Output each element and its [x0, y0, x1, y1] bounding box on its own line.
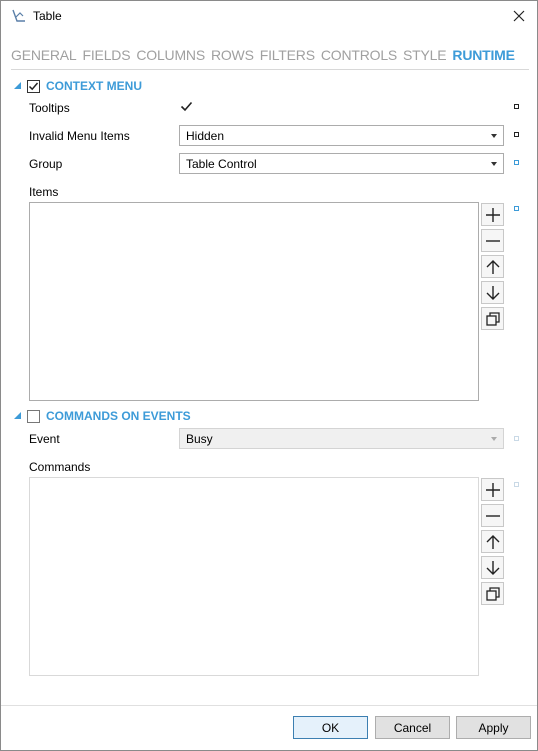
- cancel-button[interactable]: Cancel: [375, 716, 450, 739]
- checkmark-icon: [28, 82, 39, 90]
- duplicate-icon: [485, 311, 500, 326]
- invalid-menu-items-value: Hidden: [186, 129, 225, 143]
- context-menu-checkbox[interactable]: [27, 79, 40, 93]
- remove-command-button[interactable]: [481, 504, 504, 527]
- collapse-triangle-icon[interactable]: [13, 81, 23, 91]
- property-marker: [514, 436, 519, 441]
- group-value: Table Control: [186, 157, 257, 171]
- checkmark-icon: [180, 101, 193, 112]
- table-app-icon: [11, 8, 27, 24]
- items-label: Items: [29, 185, 59, 199]
- tooltips-checkbox[interactable]: [180, 100, 193, 112]
- group-dropdown[interactable]: Table Control: [179, 153, 504, 174]
- invalid-menu-items-dropdown[interactable]: Hidden: [179, 125, 504, 146]
- invalid-menu-items-label: Invalid Menu Items: [29, 129, 130, 143]
- move-up-icon: [486, 259, 499, 274]
- tab-general[interactable]: GENERAL: [11, 47, 77, 67]
- dropdown-arrow-icon: [491, 134, 497, 138]
- tab-columns[interactable]: COLUMNS: [136, 47, 205, 67]
- collapse-triangle-icon[interactable]: [13, 411, 23, 421]
- move-command-down-button[interactable]: [481, 556, 504, 579]
- tab-style[interactable]: STYLE: [403, 47, 447, 67]
- group-label: Group: [29, 157, 63, 171]
- tab-strip: GENERAL FIELDS COLUMNS ROWS FILTERS CONT…: [11, 47, 521, 67]
- apply-button[interactable]: Apply: [456, 716, 531, 739]
- commands-label: Commands: [29, 460, 91, 474]
- context-menu-label: CONTEXT MENU: [46, 79, 142, 93]
- close-button[interactable]: [501, 1, 537, 31]
- duplicate-command-button[interactable]: [481, 582, 504, 605]
- add-icon: [485, 207, 500, 222]
- remove-icon: [485, 239, 500, 242]
- dialog-window: Table GENERAL FIELDS COLUMNS ROWS FILTER…: [0, 0, 538, 751]
- move-item-up-button[interactable]: [481, 255, 504, 278]
- add-icon: [485, 482, 500, 497]
- duplicate-item-button[interactable]: [481, 307, 504, 330]
- dropdown-arrow-icon: [491, 437, 497, 441]
- property-marker: [514, 104, 519, 109]
- tab-controls[interactable]: CONTROLS: [321, 47, 397, 67]
- ok-button[interactable]: OK: [293, 716, 368, 739]
- commands-on-events-label: COMMANDS ON EVENTS: [46, 409, 191, 423]
- footer-divider: [1, 705, 537, 706]
- tab-fields[interactable]: FIELDS: [83, 47, 131, 67]
- event-dropdown[interactable]: Busy: [179, 428, 504, 449]
- remove-item-button[interactable]: [481, 229, 504, 252]
- tab-filters[interactable]: FILTERS: [260, 47, 315, 67]
- duplicate-icon: [485, 586, 500, 601]
- close-icon: [513, 10, 525, 22]
- tooltips-label: Tooltips: [29, 101, 70, 115]
- commands-on-events-checkbox[interactable]: [27, 409, 40, 423]
- event-value: Busy: [186, 432, 213, 446]
- window-title: Table: [33, 9, 62, 23]
- tab-rows[interactable]: ROWS: [211, 47, 254, 67]
- add-item-button[interactable]: [481, 203, 504, 226]
- property-marker: [514, 132, 519, 137]
- property-marker: [514, 482, 519, 487]
- context-menu-header: CONTEXT MENU: [13, 77, 142, 95]
- move-down-icon: [486, 560, 499, 575]
- add-command-button[interactable]: [481, 478, 504, 501]
- move-up-icon: [486, 534, 499, 549]
- commands-on-events-header: COMMANDS ON EVENTS: [13, 407, 191, 425]
- move-down-icon: [486, 285, 499, 300]
- dropdown-arrow-icon: [491, 162, 497, 166]
- move-command-up-button[interactable]: [481, 530, 504, 553]
- commands-list[interactable]: [29, 477, 479, 676]
- items-list[interactable]: [29, 202, 479, 401]
- property-marker: [514, 160, 519, 165]
- move-item-down-button[interactable]: [481, 281, 504, 304]
- remove-icon: [485, 514, 500, 517]
- event-label: Event: [29, 432, 60, 446]
- title-bar: Table: [1, 1, 537, 31]
- property-marker: [514, 206, 519, 211]
- tabs-divider: [11, 69, 529, 70]
- tab-runtime[interactable]: RUNTIME: [452, 47, 515, 67]
